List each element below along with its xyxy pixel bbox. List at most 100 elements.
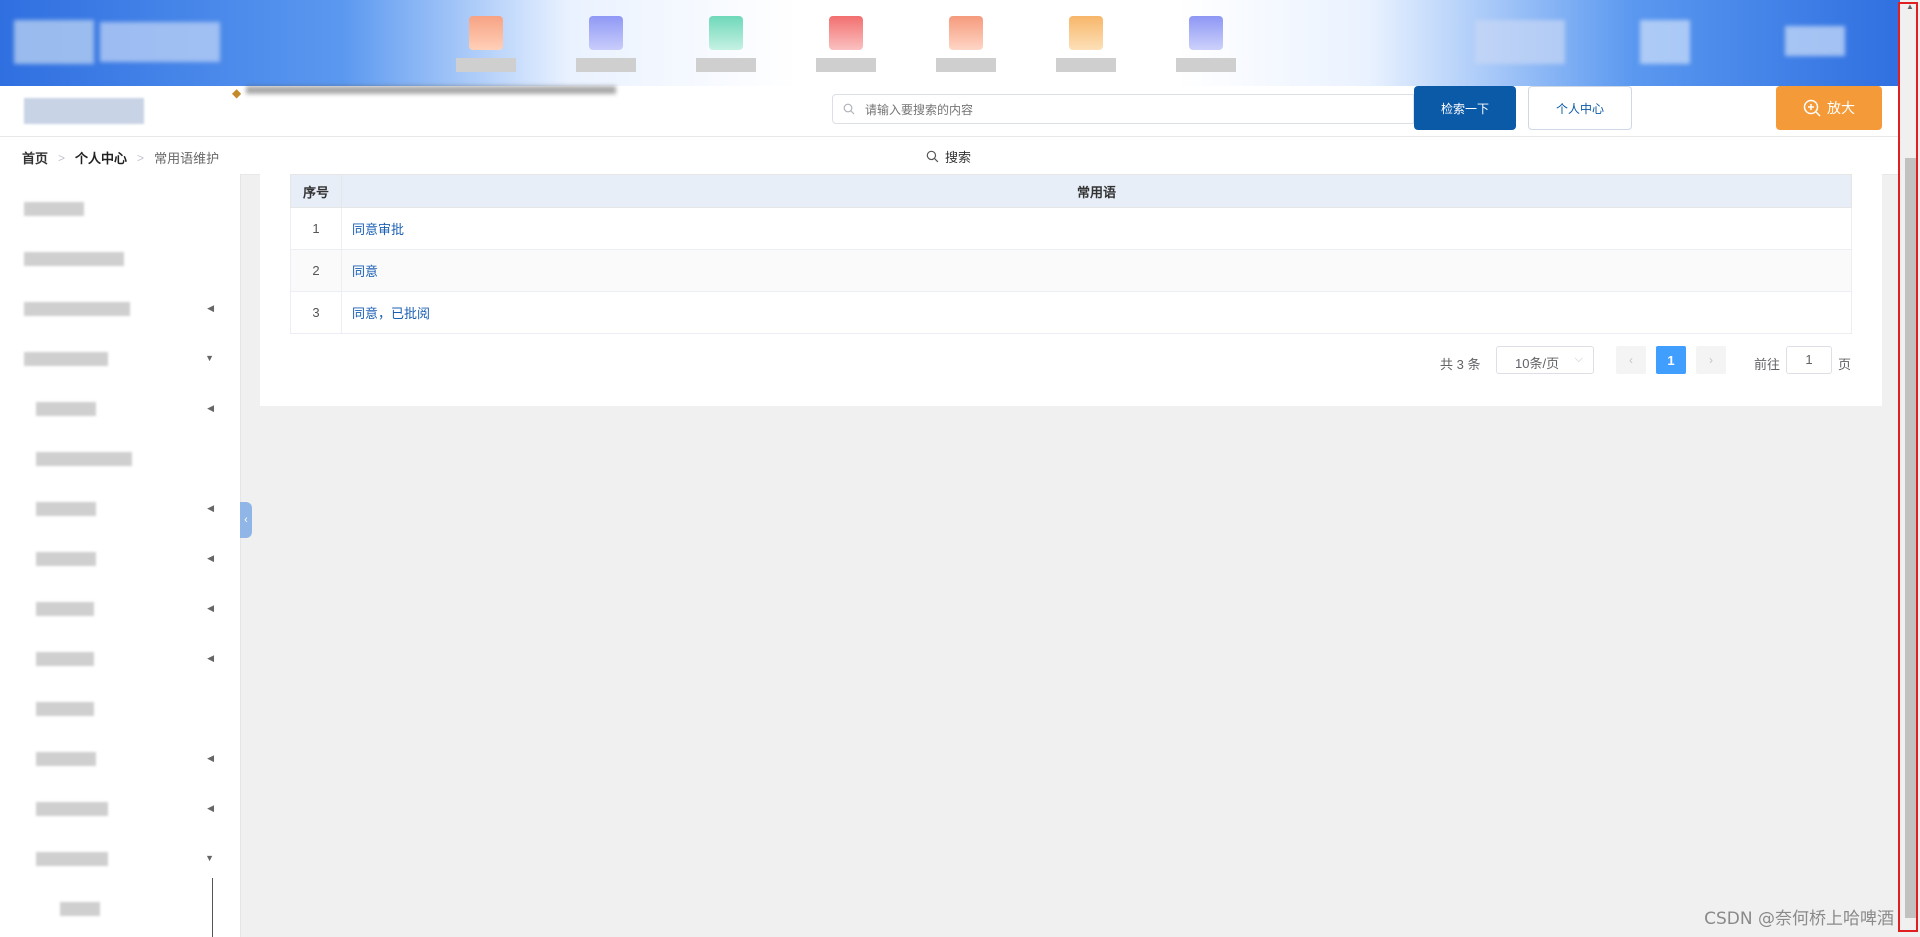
search-input-box[interactable] [832,94,1414,124]
next-page-button[interactable]: › [1696,346,1726,374]
caret-left-icon: ◀ [207,753,214,763]
row-phrase[interactable]: 同意 [341,249,1852,292]
sidebar-item[interactable] [0,188,240,228]
sidebar-subitem[interactable]: ◀ [0,538,240,578]
nav-tile-icon [1069,16,1103,50]
user-info[interactable] [1475,20,1565,64]
table-row[interactable]: 2 同意 [290,249,1852,292]
column-header-phrase: 常用语 [341,174,1852,208]
sidebar-subitem[interactable]: ◀ [0,488,240,528]
zoom-button-label: 放大 [1827,100,1855,116]
sidebar-item[interactable]: ▼ [0,338,240,378]
breadcrumb-home[interactable]: 首页 [22,148,48,167]
sidebar-subitem[interactable] [0,438,240,478]
system-name [24,98,144,124]
nav-tile-5[interactable] [936,16,996,76]
goto-label: 前往 [1754,357,1781,372]
table-row[interactable]: 1 同意审批 [290,207,1852,250]
nav-tile-3[interactable] [696,16,756,76]
nav-tile-label [1176,58,1236,72]
logout-link[interactable] [1785,26,1845,56]
goto-page-input[interactable]: 1 [1786,346,1832,374]
search-icon [926,150,939,163]
sidebar-subitem[interactable]: ◀ [0,638,240,678]
header-bar: ◆ 检索一下 个人中心 放大 [0,86,1900,137]
phrase-table: 序号 常用语 1 同意审批 2 同意 3 同意，已批阅 [290,174,1852,334]
chevron-left-icon: ‹ [1629,353,1633,367]
nav-tile-label [1056,58,1116,72]
sidebar-item[interactable]: ◀ [0,288,240,328]
site-logo [14,20,94,64]
row-phrase[interactable]: 同意，已批阅 [341,291,1852,334]
nav-tile-icon [1189,16,1223,50]
nav-tile-6[interactable] [1056,16,1116,76]
row-index: 2 [290,249,342,292]
caret-left-icon: ◀ [207,403,214,413]
search-toggle[interactable]: 搜索 [926,147,971,166]
personal-center-button[interactable]: 个人中心 [1528,86,1632,130]
nav-tile-icon [709,16,743,50]
breadcrumb-separator-icon: > [137,150,145,165]
zoom-button[interactable]: 放大 [1776,86,1882,130]
nav-tile-4[interactable] [816,16,876,76]
page-size-select[interactable]: 10条/页 ⌵ [1496,346,1594,374]
nav-tile-icon [469,16,503,50]
notice-marquee[interactable] [246,86,616,94]
breadcrumb-separator-icon: > [58,150,66,165]
sidebar: ◀ ▼ ◀ ◀ ◀ ◀ ◀ ◀ ◀ ▼ [0,174,241,937]
zoom-in-icon [1803,99,1821,117]
caret-down-icon: ▼ [205,853,214,863]
row-phrase[interactable]: 同意审批 [341,207,1852,250]
pagination: 共 3 条 10条/页 ⌵ ‹ 1 › 前往 1 页 [260,346,1882,376]
highlight-box [1898,2,1918,932]
watermark: CSDN @奈何桥上哈啤酒 [1704,909,1894,929]
nav-tile-label [576,58,636,72]
nav-tile-label [696,58,756,72]
sidebar-subitem[interactable]: ◀ [0,738,240,778]
breadcrumb-parent[interactable]: 个人中心 [75,148,127,167]
caret-left-icon: ◀ [207,603,214,613]
prev-page-button[interactable]: ‹ [1616,346,1646,374]
content-card: 序号 常用语 1 同意审批 2 同意 3 同意，已批阅 共 3 条 10条/页 … [260,174,1882,406]
pagination-total: 共 3 条 [1440,357,1481,372]
page-size-value: 10条/页 [1515,356,1560,371]
sidebar-subitem[interactable] [0,688,240,728]
nav-tile-icon [589,16,623,50]
top-banner [0,0,1900,86]
table-row[interactable]: 3 同意，已批阅 [290,291,1852,334]
notice-icon: ◆ [232,86,242,100]
sidebar-leaf-item[interactable] [0,888,240,928]
sidebar-subitem[interactable]: ◀ [0,788,240,828]
search-input[interactable] [863,99,1387,121]
goto-suffix: 页 [1838,357,1852,372]
table-header-row: 序号 常用语 [290,174,1852,208]
chevron-down-icon: ⌵ [1574,353,1583,365]
row-index: 1 [290,207,342,250]
nav-tile-1[interactable] [456,16,516,76]
sidebar-subitem[interactable]: ▼ [0,838,240,878]
nav-tile-label [816,58,876,72]
sidebar-collapse-button[interactable]: ‹ [240,502,252,538]
caret-left-icon: ◀ [207,653,214,663]
nav-tile-label [936,58,996,72]
sidebar-item[interactable] [0,238,240,278]
user-avatar[interactable] [1640,20,1690,64]
nav-tile-7[interactable] [1176,16,1236,76]
nav-tile-icon [949,16,983,50]
sidebar-tree-line [212,878,213,937]
site-logo-text [100,22,220,62]
breadcrumb-bar: 首页 > 个人中心 > 常用语维护 搜索 [0,137,1900,175]
caret-down-icon: ▼ [205,353,214,363]
breadcrumb-current: 常用语维护 [154,151,220,166]
page-number-active[interactable]: 1 [1656,346,1686,374]
search-icon [843,103,855,115]
search-button[interactable]: 检索一下 [1414,86,1516,130]
sidebar-subitem[interactable]: ◀ [0,588,240,628]
sidebar-subitem[interactable]: ◀ [0,388,240,428]
caret-left-icon: ◀ [207,503,214,513]
caret-left-icon: ◀ [207,803,214,813]
search-toggle-label: 搜索 [945,150,972,165]
nav-tile-2[interactable] [576,16,636,76]
chevron-left-icon: ‹ [244,514,248,526]
row-index: 3 [290,291,342,334]
